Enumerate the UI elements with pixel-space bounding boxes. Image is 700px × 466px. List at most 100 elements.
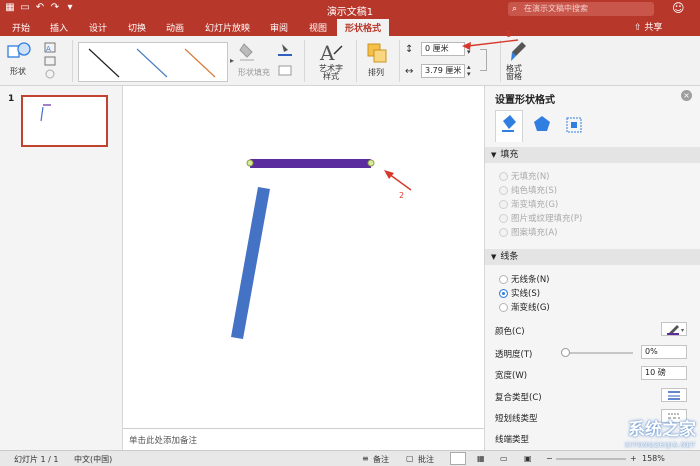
cap-type-label: 线端类型 <box>495 435 530 445</box>
tab-effects[interactable] <box>529 110 557 142</box>
format-pane-title: 设置形状格式 <box>495 95 555 106</box>
radio-label: 实线(S) <box>511 289 541 299</box>
slide-canvas[interactable]: 2 <box>123 86 484 428</box>
tab-review[interactable]: 审阅 <box>270 21 288 34</box>
watermark-url: XITONGZHIJIA.NET <box>624 442 696 449</box>
annotation-number-2: 2 <box>399 191 404 200</box>
selection-handle[interactable] <box>367 159 375 167</box>
notes-icon[interactable]: ≡ <box>362 454 369 463</box>
wordart-icon[interactable]: A <box>316 40 344 64</box>
compound-type-dropdown[interactable] <box>661 388 687 402</box>
notes-area[interactable]: 单击此处添加备注 <box>123 428 484 450</box>
transparency-slider-handle[interactable] <box>561 348 570 357</box>
tab-design[interactable]: 设计 <box>89 21 107 34</box>
radio-gradient-line[interactable]: 渐变线(G) <box>499 301 550 313</box>
radio-solid-fill[interactable]: 纯色填充(S) <box>499 184 557 196</box>
selection-handle[interactable] <box>246 159 254 167</box>
tab-home[interactable]: 开始 <box>12 21 30 34</box>
watermark-text: 系统之家 <box>628 420 696 440</box>
tab-size-properties[interactable] <box>561 110 589 142</box>
zoom-slider[interactable] <box>556 458 626 460</box>
radio-label: 渐变线(G) <box>511 303 550 313</box>
ribbon-tabs: 开始 插入 设计 切换 动画 幻灯片放映 审阅 视图 形状格式 ⇧ 共享 <box>0 18 700 36</box>
tab-animations[interactable]: 动画 <box>166 21 184 34</box>
notes-button[interactable]: 备注 <box>373 454 389 465</box>
fill-header-label: 填充 <box>500 150 519 160</box>
line-section-header[interactable]: ▼ 线条 <box>485 249 700 265</box>
arrange-label[interactable]: 排列 <box>368 67 384 78</box>
gallery-more-icon[interactable]: ▸ <box>230 56 234 65</box>
line-width-input[interactable]: 10 磅 <box>641 366 687 380</box>
shapes-label[interactable]: 形状 <box>10 66 26 77</box>
radio-label: 图案填充(A) <box>511 228 558 238</box>
format-pane-label[interactable]: 格式 窗格 <box>506 65 522 81</box>
size-properties-icon <box>566 117 582 133</box>
watermark: 系统之家 XITONGZHIJIA.NET <box>568 418 696 458</box>
tab-view[interactable]: 视图 <box>309 21 327 34</box>
edit-shape-icons[interactable]: A <box>42 40 66 82</box>
tab-transitions[interactable]: 切换 <box>128 21 146 34</box>
tab-shape-format[interactable]: 形状格式 <box>337 19 390 36</box>
transparency-slider[interactable] <box>565 352 633 354</box>
blue-line-shape[interactable] <box>231 187 270 339</box>
shape-styles-gallery[interactable] <box>78 42 228 82</box>
search-input[interactable]: ⌕ 在演示文稿中搜索 <box>508 2 654 16</box>
line-color-picker[interactable]: ▾ <box>661 322 687 336</box>
arrange-icon[interactable] <box>366 42 388 64</box>
feedback-smiley-icon[interactable]: ☺ <box>672 1 685 15</box>
search-placeholder: 在演示文稿中搜索 <box>524 4 588 13</box>
transparency-label: 透明度(T) <box>495 350 533 360</box>
thumbnail-preview <box>40 104 51 122</box>
close-icon[interactable]: × <box>681 90 692 101</box>
dash-type-label: 短划线类型 <box>495 414 538 424</box>
slide-content: 2 <box>231 159 412 339</box>
shape-fill-label[interactable]: 形状填充 <box>238 67 270 78</box>
slide-indicator: 幻灯片 1 / 1 <box>14 455 59 464</box>
annotation-arrow-1 <box>462 39 519 50</box>
width-stepper[interactable]: ▴ ▾ <box>467 64 471 78</box>
pen-color-icon: ▾ <box>667 325 684 335</box>
transparency-input[interactable]: 0% <box>641 345 687 359</box>
comments-button[interactable]: 批注 <box>418 454 434 465</box>
radio-label: 无线条(N) <box>511 275 550 285</box>
ribbon-separator <box>72 40 73 82</box>
width-icon: ↔ <box>405 66 414 77</box>
radio-solid-line[interactable]: 实线(S) <box>499 287 540 299</box>
annotation-number-1: 1 <box>506 30 512 39</box>
normal-view-icon[interactable] <box>450 452 466 465</box>
purple-line-shape[interactable] <box>250 159 371 168</box>
fill-section-header[interactable]: ▼ 填充 <box>485 147 700 163</box>
shape-width-input[interactable]: 3.79 厘米 <box>421 64 465 78</box>
line-style-previews <box>88 48 216 78</box>
radio-label: 无填充(N) <box>511 172 550 182</box>
tab-fill-line[interactable] <box>495 110 523 142</box>
shapes-icon[interactable] <box>6 40 34 62</box>
radio-gradient-fill[interactable]: 渐变填充(G) <box>499 198 558 210</box>
format-shape-pane: 设置形状格式 × ▼ 填充 无填充(N) 纯色填充(S) 渐变填充(G) 图片或纹… <box>484 86 700 450</box>
radio-picture-fill[interactable]: 图片或纹理填充(P) <box>499 212 582 224</box>
annotation-arrow-2 <box>388 173 412 191</box>
slide-thumbnail[interactable] <box>21 95 108 147</box>
language-indicator[interactable]: 中文(中国) <box>74 454 112 465</box>
svg-text:A: A <box>319 41 335 64</box>
radio-no-fill[interactable]: 无填充(N) <box>499 170 550 182</box>
radio-label: 图片或纹理填充(P) <box>511 214 583 224</box>
slide-sorter-icon[interactable]: ▦ <box>477 454 485 463</box>
tab-slideshow[interactable]: 幻灯片放映 <box>205 21 250 34</box>
radio-no-line[interactable]: 无线条(N) <box>499 273 550 285</box>
ribbon-separator <box>356 40 357 82</box>
radio-pattern-fill[interactable]: 图案填充(A) <box>499 226 557 238</box>
wordart-styles-label[interactable]: 艺术字 样式 <box>314 65 348 81</box>
slideshow-icon[interactable]: ▣ <box>524 454 532 463</box>
slide-number: 1 <box>8 94 15 104</box>
annotation-arrowhead-2 <box>384 170 394 179</box>
zoom-out-icon[interactable]: − <box>546 454 553 463</box>
comments-icon[interactable]: ▢ <box>406 454 414 463</box>
share-button[interactable]: ⇧ 共享 <box>634 20 662 33</box>
share-label: 共享 <box>644 23 663 33</box>
search-icon: ⌕ <box>512 4 518 14</box>
tab-insert[interactable]: 插入 <box>50 21 68 34</box>
compound-type-label: 复合类型(C) <box>495 393 542 403</box>
line-header-label: 线条 <box>500 252 519 262</box>
reading-view-icon[interactable]: ▭ <box>500 454 508 463</box>
